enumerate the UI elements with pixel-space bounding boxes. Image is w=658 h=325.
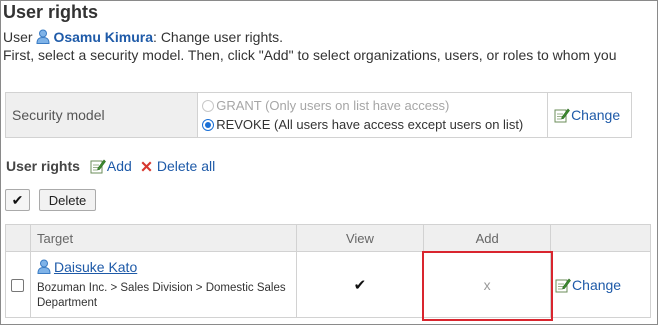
- rights-label: User rights: [6, 158, 80, 174]
- header-action: [550, 224, 651, 252]
- option-revoke[interactable]: REVOKE (All users have access except use…: [202, 115, 547, 134]
- page-title: User rights: [3, 2, 99, 22]
- rights-header: User rights Add Delete all: [6, 155, 223, 177]
- target-user-name: Daisuke Kato: [53, 258, 138, 275]
- security-model-options: GRANT (Only users on list have access) R…: [197, 92, 549, 138]
- header-target: Target: [29, 224, 297, 252]
- view-check-mark: ✔: [353, 276, 367, 294]
- option-grant-label: GRANT (Only users on list have access): [216, 98, 450, 113]
- security-change-cell: Change: [547, 92, 632, 138]
- header-add: Add: [423, 224, 552, 252]
- row-checkbox[interactable]: [11, 279, 25, 293]
- add-icon: [90, 159, 106, 174]
- rights-table: Target View Add Daisuke Kato Bozuman Inc…: [5, 224, 651, 318]
- x-icon: [141, 161, 152, 171]
- header-check: [5, 224, 31, 252]
- row-view-cell: ✔: [295, 251, 425, 318]
- person-icon: [37, 259, 51, 274]
- intro-suffix: : Change user rights.: [153, 29, 284, 45]
- user-link-wrap[interactable]: Osamu Kimura: [36, 29, 153, 45]
- add-x-mark: x: [483, 276, 491, 293]
- add-label: Add: [106, 158, 132, 174]
- user-link[interactable]: Osamu Kimura: [53, 29, 153, 45]
- row-action-cell: Change: [550, 251, 651, 318]
- row-add-cell: x: [423, 251, 552, 318]
- delete-all-link[interactable]: Delete all: [140, 158, 215, 174]
- radio-revoke[interactable]: [202, 118, 215, 131]
- table-row: Daisuke Kato Bozuman Inc. > Sales Divisi…: [5, 251, 651, 318]
- option-grant[interactable]: GRANT (Only users on list have access): [202, 96, 547, 115]
- security-change-link[interactable]: Change: [554, 107, 620, 123]
- row-change-link[interactable]: Change: [555, 277, 621, 293]
- intro-prefix: User: [3, 29, 33, 45]
- target-org-path: Bozuman Inc. > Sales Division > Domestic…: [36, 281, 286, 309]
- security-change-label: Change: [571, 107, 621, 123]
- row-change-label: Change: [572, 276, 622, 293]
- security-model-table: Security model GRANT (Only users on list…: [4, 92, 632, 138]
- row-check-cell: [5, 251, 31, 318]
- select-all-button[interactable]: ✔: [5, 189, 30, 211]
- rights-table-header: Target View Add: [5, 224, 651, 252]
- add-link[interactable]: Add: [90, 158, 132, 174]
- instruction-text: First, select a security model. Then, cl…: [3, 47, 617, 63]
- header-view: View: [295, 224, 425, 252]
- option-revoke-label: REVOKE (All users have access except use…: [216, 117, 524, 132]
- person-icon: [36, 29, 50, 44]
- security-model-label: Security model: [4, 92, 199, 138]
- edit-icon: [555, 278, 571, 292]
- delete-button[interactable]: Delete: [39, 189, 96, 211]
- intro-line: User Osamu Kimura: Change user rights.: [3, 29, 283, 45]
- radio-grant[interactable]: [202, 99, 215, 112]
- delete-all-label: Delete all: [156, 158, 216, 174]
- edit-icon: [554, 108, 570, 123]
- row-target-cell: Daisuke Kato Bozuman Inc. > Sales Divisi…: [29, 251, 297, 318]
- target-user-link[interactable]: Daisuke Kato: [37, 259, 296, 275]
